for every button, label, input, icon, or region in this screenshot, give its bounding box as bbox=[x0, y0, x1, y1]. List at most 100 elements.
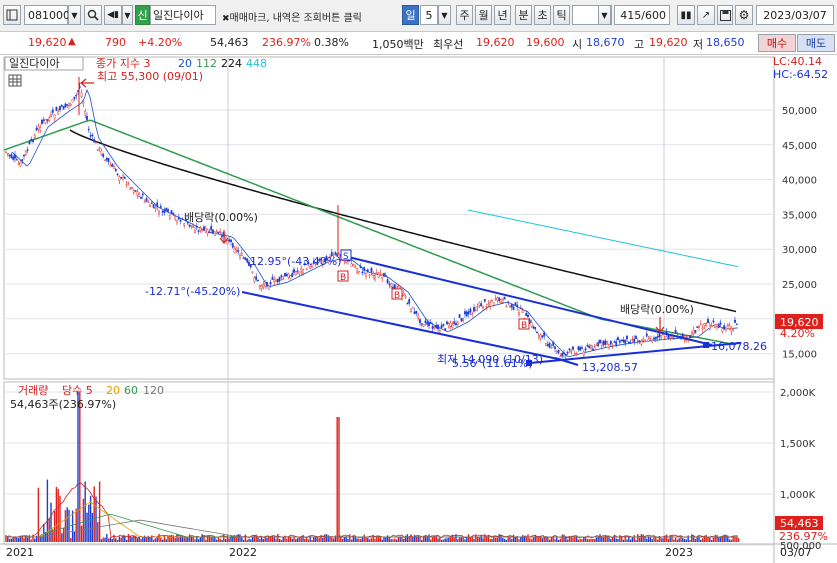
candle-body bbox=[89, 135, 92, 137]
stock-name-field[interactable]: 일진다이아 bbox=[150, 5, 216, 25]
sell-button[interactable]: 매도 bbox=[797, 34, 835, 52]
candle-body bbox=[483, 299, 486, 302]
candle-body bbox=[410, 308, 412, 312]
volume-bar bbox=[215, 539, 218, 542]
volume-bar bbox=[370, 538, 373, 542]
volume-bar bbox=[228, 538, 230, 542]
volume-bar bbox=[197, 539, 200, 542]
volume-bar bbox=[629, 539, 632, 542]
volume-bar bbox=[496, 537, 499, 542]
volume-panel-title: 거래량 bbox=[18, 384, 48, 397]
volume-bar bbox=[435, 535, 437, 542]
candle-body bbox=[77, 90, 79, 92]
volume-bar bbox=[50, 502, 52, 542]
period-minute-tab[interactable]: 분 bbox=[515, 5, 532, 25]
volume-bar bbox=[485, 537, 488, 542]
volume-bar bbox=[709, 537, 711, 542]
candle-body bbox=[280, 275, 283, 278]
period-week-tab[interactable]: 주 bbox=[456, 5, 473, 25]
period-second-tab[interactable]: 초 bbox=[534, 5, 551, 25]
volume-bar bbox=[676, 539, 679, 542]
candle-type-icon[interactable]: ▮▮ bbox=[677, 5, 695, 25]
candle-body bbox=[122, 175, 124, 178]
vma60-label: 60 bbox=[124, 384, 138, 397]
volume-bar bbox=[480, 535, 482, 542]
stock-chart[interactable]: 50,00045,00040,00035,00030,00025,00020,0… bbox=[0, 55, 837, 563]
candle-body bbox=[617, 337, 619, 341]
data-count-field[interactable]: 415/600 bbox=[614, 5, 670, 25]
candle-body bbox=[266, 281, 268, 287]
volume-bar bbox=[91, 512, 94, 542]
volume-bar bbox=[397, 537, 400, 542]
volume-bar bbox=[494, 537, 497, 542]
candle-body bbox=[633, 338, 636, 342]
dividend-note-2: 배당락(0.00%) bbox=[620, 303, 694, 316]
save-icon[interactable] bbox=[717, 5, 733, 25]
speaker-icon[interactable]: ◀▮ bbox=[104, 5, 122, 25]
candle-body bbox=[140, 196, 142, 199]
period-day-tab[interactable]: 일 bbox=[402, 5, 419, 25]
candle-body bbox=[543, 332, 546, 337]
volume-bar bbox=[325, 534, 328, 542]
volume-bar bbox=[556, 537, 558, 542]
candle-body bbox=[447, 323, 450, 327]
volume-bar bbox=[507, 537, 509, 542]
volume-bar bbox=[572, 537, 574, 542]
volume-bar bbox=[350, 539, 353, 542]
period-count-input[interactable]: 5 bbox=[420, 5, 438, 25]
volume-bar bbox=[280, 539, 283, 542]
candle-body bbox=[541, 335, 544, 338]
candle-body bbox=[293, 269, 295, 273]
volume-bar bbox=[734, 537, 736, 542]
candle-body bbox=[701, 327, 704, 329]
search-icon[interactable] bbox=[84, 5, 102, 25]
volume-bar bbox=[115, 538, 117, 542]
period-year-tab[interactable]: 년 bbox=[494, 5, 511, 25]
candle-body bbox=[138, 193, 141, 198]
candle-body bbox=[296, 270, 299, 272]
volume-bar bbox=[134, 535, 137, 542]
volume-bar bbox=[188, 534, 191, 542]
candle-body bbox=[276, 279, 279, 283]
candle-body bbox=[8, 154, 11, 157]
table-icon[interactable] bbox=[8, 74, 22, 87]
candle-body bbox=[30, 138, 33, 141]
period-month-tab[interactable]: 월 bbox=[475, 5, 492, 25]
candle-body bbox=[469, 308, 472, 313]
code-dropdown-icon[interactable]: ▼ bbox=[68, 5, 81, 25]
candle-body bbox=[669, 335, 672, 339]
candle-body bbox=[525, 313, 528, 317]
candle-body bbox=[32, 140, 34, 142]
period-count-dropdown-icon[interactable]: ▼ bbox=[438, 5, 451, 25]
date-field[interactable]: 2023/03/07 bbox=[756, 5, 834, 25]
volume-bar bbox=[379, 536, 382, 542]
stock-code-input[interactable]: 081000 bbox=[24, 5, 70, 25]
volume-bar bbox=[293, 537, 295, 542]
period-value-dropdown-icon[interactable]: ▼ bbox=[598, 5, 611, 25]
candle-body bbox=[609, 340, 612, 345]
volume-bar bbox=[241, 537, 243, 542]
turnover-rate: 0.38% bbox=[314, 36, 349, 49]
candle-body bbox=[539, 334, 542, 339]
candle-body bbox=[46, 119, 49, 121]
buy-button[interactable]: 매수 bbox=[758, 34, 796, 52]
best-ask-value: 19,620 bbox=[476, 36, 515, 49]
settings-gear-icon[interactable]: ⚙ bbox=[735, 5, 753, 25]
candle-body bbox=[127, 181, 130, 184]
candle-body bbox=[622, 339, 625, 343]
volume-current: 54,463주(236.97%) bbox=[10, 398, 116, 411]
period-tick-tab[interactable]: 틱 bbox=[553, 5, 570, 25]
candle-body bbox=[604, 340, 607, 345]
volume-bar bbox=[640, 534, 643, 542]
candle-body bbox=[264, 282, 267, 287]
volume-bar bbox=[712, 537, 715, 542]
chart-menu-icon[interactable] bbox=[3, 5, 21, 25]
volume-bar bbox=[386, 535, 389, 542]
candle-body bbox=[415, 310, 418, 314]
candle-body bbox=[725, 327, 727, 330]
speaker-dropdown-icon[interactable]: ▼ bbox=[122, 5, 133, 25]
candle-body bbox=[660, 335, 663, 338]
volume-bar bbox=[608, 536, 610, 542]
indicator-icon[interactable]: ↗ bbox=[697, 5, 715, 25]
candle-body bbox=[496, 297, 499, 301]
